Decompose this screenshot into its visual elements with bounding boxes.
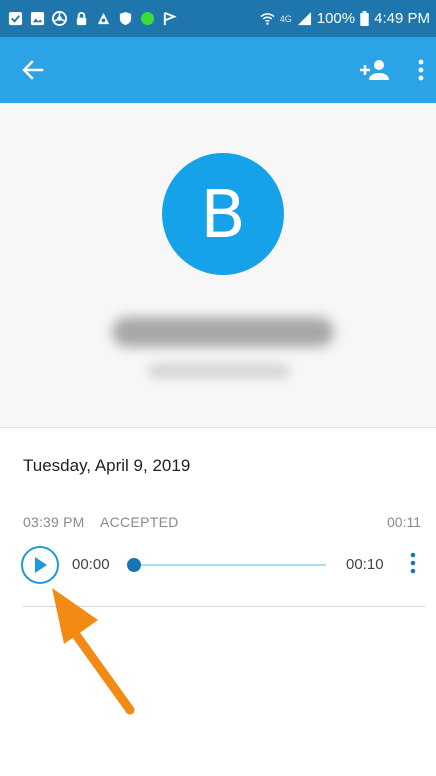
chrome-icon <box>52 11 67 26</box>
network-type: 4G <box>279 13 292 24</box>
flag-icon <box>162 11 177 26</box>
call-date: Tuesday, April 9, 2019 <box>23 456 191 475</box>
clock: 4:49 PM <box>374 10 430 27</box>
total-time: 00:10 <box>346 556 384 573</box>
signal-icon <box>297 11 312 26</box>
lock-icon <box>74 11 89 26</box>
seek-thumb[interactable] <box>127 558 141 572</box>
battery-icon <box>360 11 369 26</box>
notification-icons <box>8 11 177 26</box>
play-icon <box>35 557 47 573</box>
contact-profile: B <box>0 103 436 428</box>
system-status: 4G 100% 4:49 PM <box>260 10 430 27</box>
call-duration: 00:11 <box>387 514 421 530</box>
gallery-icon <box>30 11 45 26</box>
add-person-icon <box>360 60 389 80</box>
accessibility-icon <box>96 11 111 26</box>
play-button[interactable] <box>21 546 59 584</box>
recording-more-button[interactable] <box>410 552 416 579</box>
current-time: 00:00 <box>72 556 110 573</box>
more-options-button[interactable] <box>418 59 424 81</box>
contact-name-redacted <box>112 317 334 347</box>
call-status: ACCEPTED <box>100 514 179 530</box>
green-dot-icon <box>140 11 155 26</box>
call-time: 03:39 PM <box>23 514 85 530</box>
wifi-icon <box>260 11 275 26</box>
avatar: B <box>162 153 284 275</box>
add-contact-button[interactable] <box>358 59 390 81</box>
more-vertical-icon <box>410 552 416 574</box>
app-bar <box>0 37 436 103</box>
contact-number-redacted <box>148 363 290 379</box>
avatar-initial: B <box>200 175 246 253</box>
checkbox-icon <box>8 11 23 26</box>
arrow-left-icon <box>22 60 44 80</box>
more-vertical-icon <box>418 59 424 81</box>
recording-player: 00:00 00:10 <box>0 540 436 590</box>
seek-track[interactable] <box>134 564 326 566</box>
back-button[interactable] <box>22 59 44 81</box>
battery-percent: 100% <box>316 10 356 27</box>
annotation-arrow-icon <box>52 588 135 715</box>
shield-icon <box>118 11 133 26</box>
status-bar: 4G 100% 4:49 PM <box>0 0 436 37</box>
